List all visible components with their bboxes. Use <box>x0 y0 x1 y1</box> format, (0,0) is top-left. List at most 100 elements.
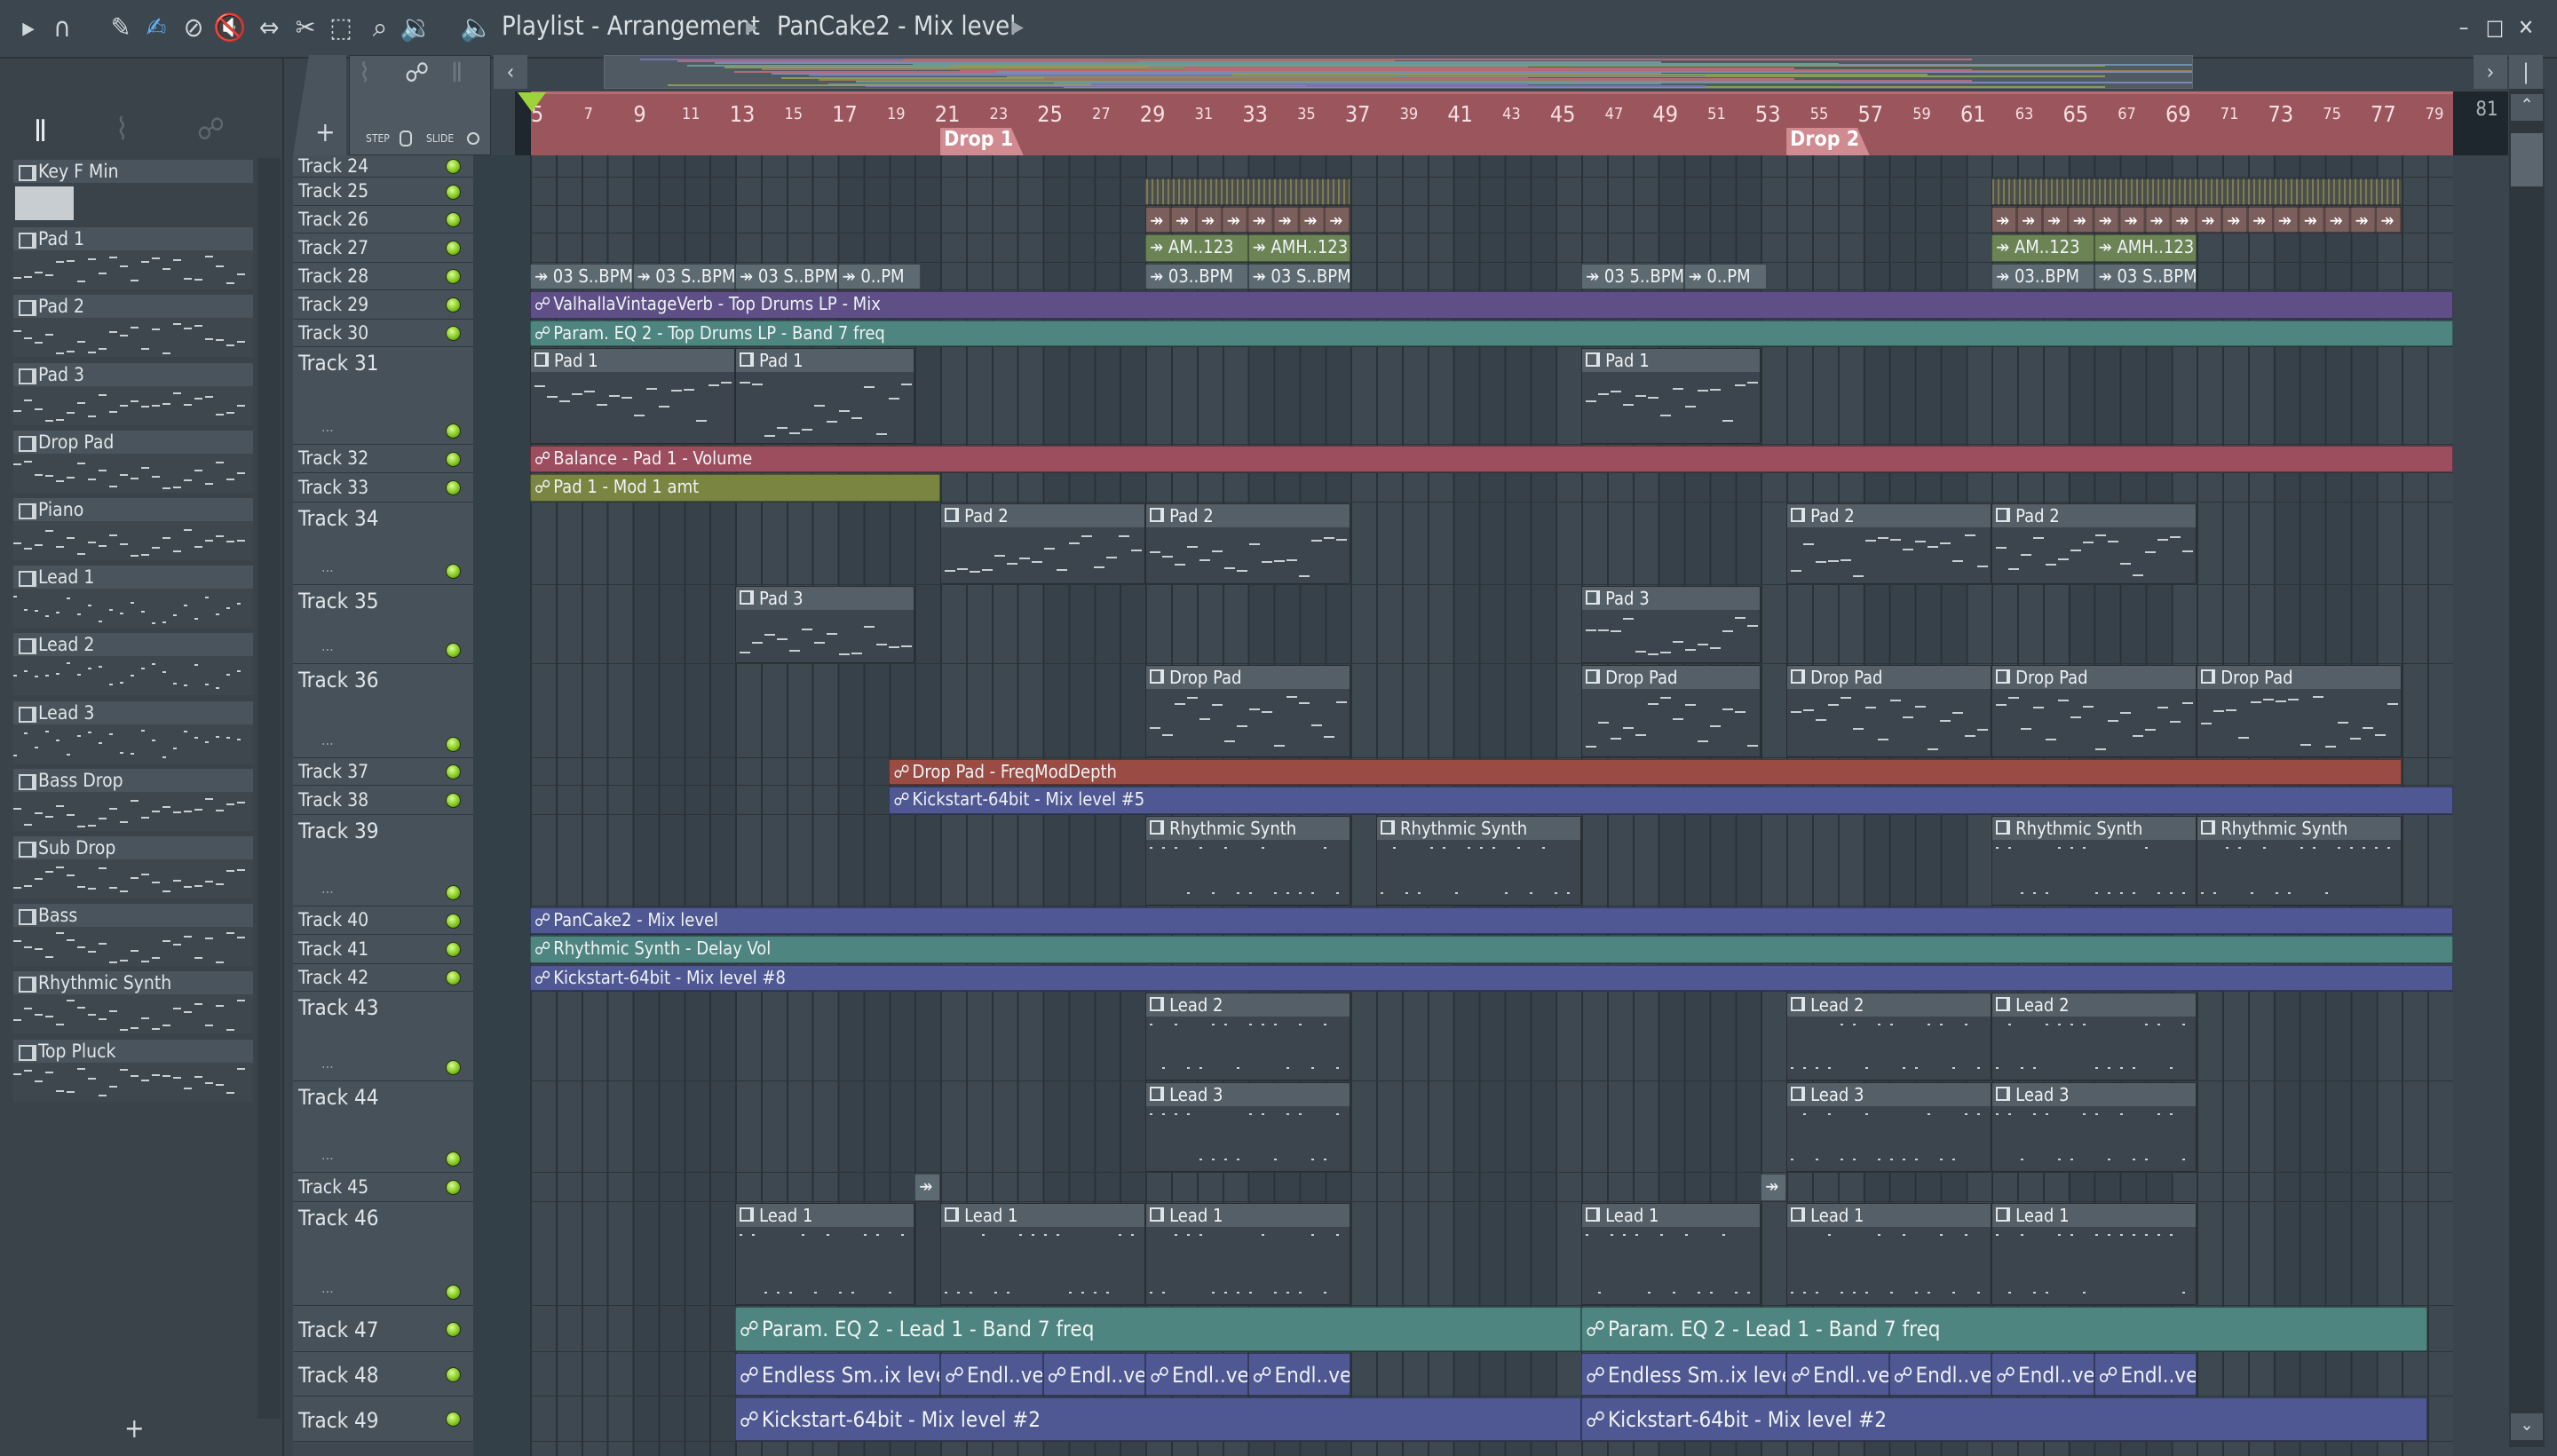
breadcrumb-playlist[interactable]: Playlist - Arrangement <box>502 11 760 41</box>
pattern-clip[interactable]: Pad 3 <box>1581 586 1761 663</box>
minimize-button[interactable]: – <box>2450 14 2477 41</box>
track-header[interactable]: Track 32 <box>293 445 473 473</box>
audio-clip[interactable]: ↠ 0..PM <box>1683 264 1768 289</box>
pattern-clip[interactable]: Drop Pad <box>1581 665 1761 757</box>
select-icon[interactable]: ⬚ <box>325 12 357 44</box>
pattern-clip[interactable]: Lead 2 <box>1786 993 1992 1080</box>
track-header[interactable]: Track 27 <box>293 233 473 263</box>
picker-item[interactable]: Drop Pad <box>13 430 253 495</box>
timeline-ruler[interactable]: 5 7 9 11 13 15 17 19 21 23 25 27 29 31 33 35 37 39 41 43 45 4… <box>530 91 2453 156</box>
picker-item[interactable]: Rhythmic Synth <box>13 971 253 1035</box>
automation-clip[interactable]: Kickstart-64bit - Mix level #2 <box>1581 1397 2428 1441</box>
track-enable-led[interactable] <box>446 737 461 752</box>
track-header[interactable]: Track 31... <box>293 347 473 445</box>
track-header[interactable]: Track 48 <box>293 1352 473 1397</box>
track-header[interactable]: Track 45 <box>293 1173 473 1202</box>
audio-clip[interactable]: ↠ AM..123 <box>1145 234 1248 262</box>
picker-scrollbar[interactable] <box>257 158 281 1419</box>
track-header[interactable]: Track 38 <box>293 786 473 815</box>
audio-clip[interactable] <box>1145 178 1351 205</box>
picker-item[interactable]: Pad 3 <box>13 362 253 427</box>
close-button[interactable]: ✕ <box>2513 14 2539 41</box>
song-position-marker[interactable] <box>518 92 546 112</box>
audio-clip[interactable]: ↠ 03 S..BPM <box>1247 264 1351 289</box>
pattern-clip[interactable]: Lead 3 <box>1991 1082 2197 1172</box>
audio-clip[interactable]: ↠ <box>1761 1174 1787 1201</box>
automation-clip[interactable]: Rhythmic Synth - Delay Vol <box>530 936 2453 963</box>
track-enable-led[interactable] <box>446 241 461 256</box>
scroll-down-button[interactable]: ⌄ <box>2511 1413 2543 1440</box>
automation-clip[interactable]: Endl..vel <box>1145 1353 1248 1396</box>
pattern-clip[interactable]: Pad 2 <box>1786 503 1992 584</box>
audio-clip[interactable]: ↠ 03 S..BPM <box>530 264 633 289</box>
pattern-clip[interactable]: Drop Pad <box>1991 665 2197 757</box>
picker-item[interactable]: Lead 2 <box>13 633 253 697</box>
track-header[interactable]: Track 41 <box>293 935 473 964</box>
track-enable-led[interactable] <box>446 970 461 985</box>
track-enable-led[interactable] <box>446 643 461 658</box>
automation-clip[interactable]: Endless Sm..ix level <box>735 1353 941 1396</box>
track-header[interactable]: Track 35... <box>293 585 473 664</box>
track-header[interactable]: Track 29 <box>293 290 473 320</box>
automation-clip[interactable]: Endl..vel <box>1042 1353 1146 1396</box>
scroll-right-button[interactable]: › <box>2474 55 2507 89</box>
pattern-clip[interactable]: Drop Pad <box>2197 665 2403 757</box>
breadcrumb-arrow-icon[interactable]: ▸ <box>1012 11 1024 41</box>
audio-clip[interactable]: ↠ AMH..123 <box>1247 234 1351 262</box>
pattern-clip[interactable]: Lead 1 <box>1145 1203 1351 1305</box>
audio-clip[interactable]: ↠ 03..BPM <box>1145 264 1248 289</box>
delete-icon[interactable]: ⊘ <box>178 12 210 44</box>
track-header[interactable]: Track 47 <box>293 1306 473 1352</box>
play-arrow-icon[interactable]: ▸ <box>12 12 44 44</box>
pattern-clip[interactable]: Pad 1 <box>1581 348 1761 444</box>
track-header[interactable]: Track 34... <box>293 502 473 585</box>
picker-item[interactable]: Pad 1 <box>13 227 253 291</box>
automation-clip[interactable]: Param. EQ 2 - Lead 1 - Band 7 freq <box>1581 1307 2428 1351</box>
audio-clip[interactable]: ↠ 03 S..BPM <box>632 264 736 289</box>
audio-clip[interactable]: ↠ 03 S..BPM <box>2094 264 2197 289</box>
audio-clip[interactable] <box>1991 178 2403 205</box>
pattern-clip[interactable]: Lead 1 <box>1786 1203 1992 1305</box>
vertical-scrollbar[interactable]: ⌃ ⌄ <box>2509 89 2545 1447</box>
track-enable-led[interactable] <box>446 1151 461 1167</box>
track-enable-led[interactable] <box>446 159 461 174</box>
audio-clip[interactable]: ↠ 03 S..BPM <box>735 264 838 289</box>
pencil-icon[interactable]: ✎ <box>105 12 137 44</box>
automation-clip[interactable]: Kickstart-64bit - Mix level #5 <box>889 787 2453 814</box>
audio-clip[interactable]: ↠ 03 5..BPM <box>1581 264 1684 289</box>
automation-clip[interactable]: Endless Sm..ix level <box>1581 1353 1787 1396</box>
marker-drop-2[interactable]: Drop 2 <box>1786 128 1871 156</box>
pattern-clip[interactable]: Pad 2 <box>1145 503 1351 584</box>
zoom-handle[interactable]: | <box>2509 55 2543 89</box>
slide-toggle[interactable] <box>467 132 479 145</box>
track-enable-led[interactable] <box>446 269 461 284</box>
track-header[interactable]: Track 43... <box>293 992 473 1081</box>
picker-item[interactable]: Lead 3 <box>13 700 253 765</box>
automation-clip[interactable]: Endl..vel <box>1888 1353 1992 1396</box>
pattern-clip[interactable]: Rhythmic Synth <box>2197 816 2403 906</box>
track-enable-led[interactable] <box>446 793 461 808</box>
overview-scroller[interactable] <box>604 55 2193 89</box>
zoom-icon[interactable]: ⌕ <box>364 12 396 44</box>
pattern-clip[interactable]: Drop Pad <box>1786 665 1992 757</box>
picker-item[interactable]: Bass Drop <box>13 768 253 833</box>
add-track-button[interactable]: + <box>315 117 336 148</box>
track-enable-led[interactable] <box>446 913 461 929</box>
picker-item[interactable]: Top Pluck <box>13 1039 253 1104</box>
scrollbar-thumb[interactable] <box>2511 133 2543 186</box>
track-header[interactable]: Track 46... <box>293 1202 473 1306</box>
pattern-clip[interactable]: Rhythmic Synth <box>1376 816 1582 906</box>
automation-clip[interactable]: Endl..vel <box>1991 1353 2094 1396</box>
track-header[interactable]: Track 36... <box>293 664 473 758</box>
track-header[interactable]: Track 33 <box>293 473 473 502</box>
track-header[interactable]: Track 44... <box>293 1081 473 1173</box>
automation-clip[interactable]: Param. EQ 2 - Top Drums LP - Band 7 freq <box>530 320 2453 346</box>
add-pattern-button[interactable]: + <box>124 1413 145 1444</box>
track-enable-led[interactable] <box>446 764 461 779</box>
audio-clip[interactable]: ↠ 0..PM <box>837 264 922 289</box>
audio-clip[interactable]: ↠ AM..123 <box>1991 234 2094 262</box>
slip-icon[interactable]: ⇔ <box>253 12 285 44</box>
paint-icon[interactable]: ✍ <box>140 12 172 44</box>
automation-clip[interactable]: Param. EQ 2 - Lead 1 - Band 7 freq <box>735 1307 1582 1351</box>
mute-icon[interactable]: 🔇 <box>213 12 246 44</box>
